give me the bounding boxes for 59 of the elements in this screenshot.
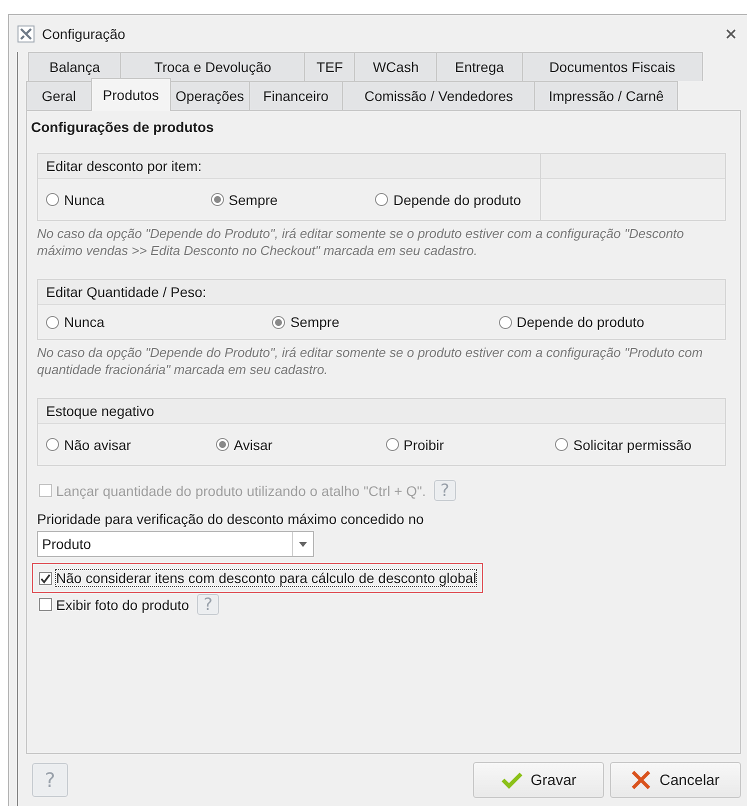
checkbox-label: Exibir foto do produto xyxy=(56,596,190,612)
tab[interactable]: Entrega xyxy=(436,52,523,81)
group-title: Editar desconto por item: xyxy=(38,154,540,179)
radio-option[interactable]: Sempre xyxy=(272,314,340,330)
group-title: Estoque negativo xyxy=(38,399,725,424)
radio-option[interactable]: Proibir xyxy=(386,436,444,452)
checkbox-label: Lançar quantidade do produto utilizando o atalho "Ctrl + Q". xyxy=(56,482,426,498)
radio-option[interactable]: Nunca xyxy=(46,314,104,330)
radio-button[interactable] xyxy=(498,316,512,328)
dropdown[interactable]: Produto xyxy=(37,531,314,557)
radio-button[interactable] xyxy=(46,193,59,206)
radio-button[interactable] xyxy=(46,316,59,328)
dropdown-value: Produto xyxy=(41,536,92,552)
radio-option[interactable]: Sempre xyxy=(210,192,278,208)
tab[interactable]: Balança xyxy=(28,52,122,81)
tab[interactable]: Produtos xyxy=(90,78,171,111)
radio-button[interactable] xyxy=(555,438,568,451)
checkbox[interactable] xyxy=(39,598,52,611)
radio-option[interactable]: Avisar xyxy=(216,436,272,452)
app-logo-icon xyxy=(17,24,35,42)
radio-button[interactable] xyxy=(216,438,229,451)
radio-button[interactable] xyxy=(46,438,59,451)
checkmark-icon xyxy=(500,771,523,789)
caret-icon xyxy=(299,542,307,546)
radio-button[interactable] xyxy=(272,316,286,328)
radio-label: Nunca xyxy=(64,314,104,330)
radio-option[interactable]: Não avisar xyxy=(46,436,131,452)
tab[interactable]: Troca e Devolução xyxy=(120,52,306,81)
window-title: Configuração xyxy=(42,26,126,42)
tab[interactable]: Impressão / Carnê xyxy=(534,81,678,110)
group-title: Editar Quantidade / Peso: xyxy=(38,280,725,305)
radio-label: Nunca xyxy=(64,192,104,208)
save-button[interactable]: Gravar xyxy=(473,762,604,798)
radio-option[interactable]: Nunca xyxy=(46,192,104,208)
close-icon xyxy=(725,28,737,40)
radio-button[interactable] xyxy=(386,438,398,451)
tab[interactable]: Operações xyxy=(170,81,250,110)
radio-label: Sempre xyxy=(228,192,278,208)
section-title: Configurações de produtos xyxy=(31,119,215,135)
checkmark-icon xyxy=(40,572,51,584)
radio-label: Proibir xyxy=(404,436,444,452)
radio-button[interactable] xyxy=(375,193,388,206)
field-label: Prioridade para verificação do desconto máximo concedido no xyxy=(37,511,425,527)
checkbox-label: Não considerar itens com desconto para cálculo de desconto global xyxy=(56,570,476,586)
tab[interactable]: WCash xyxy=(354,52,438,81)
note-text: No caso da opção "Depende do Produto", irá editar somente se o produto estiver com a configuração "Desconto máximo vendas >> Edita Desconto no Checkout" marcada em seu cadastro. xyxy=(37,225,685,259)
radio-label: Sempre xyxy=(290,314,340,330)
note-text: No caso da opção "Depende do Produto", irá editar somente se o produto estiver com a configuração "Produto com quantidade fracionária" marcada em seu cadastro. xyxy=(37,344,704,378)
radio-label: Avisar xyxy=(234,436,272,452)
tab[interactable]: Financeiro xyxy=(248,81,343,110)
tab[interactable]: Geral xyxy=(26,81,92,110)
radio-label: Não avisar xyxy=(64,436,131,452)
cancel-button[interactable]: Cancelar xyxy=(610,762,741,798)
tab[interactable]: Comissão / Vendedores xyxy=(342,81,536,110)
tab[interactable]: Documentos Fiscais xyxy=(522,52,703,81)
cross-icon xyxy=(631,770,652,790)
tab[interactable]: TEF xyxy=(304,52,356,81)
radio-button[interactable] xyxy=(210,193,224,206)
checkbox[interactable] xyxy=(39,572,52,584)
